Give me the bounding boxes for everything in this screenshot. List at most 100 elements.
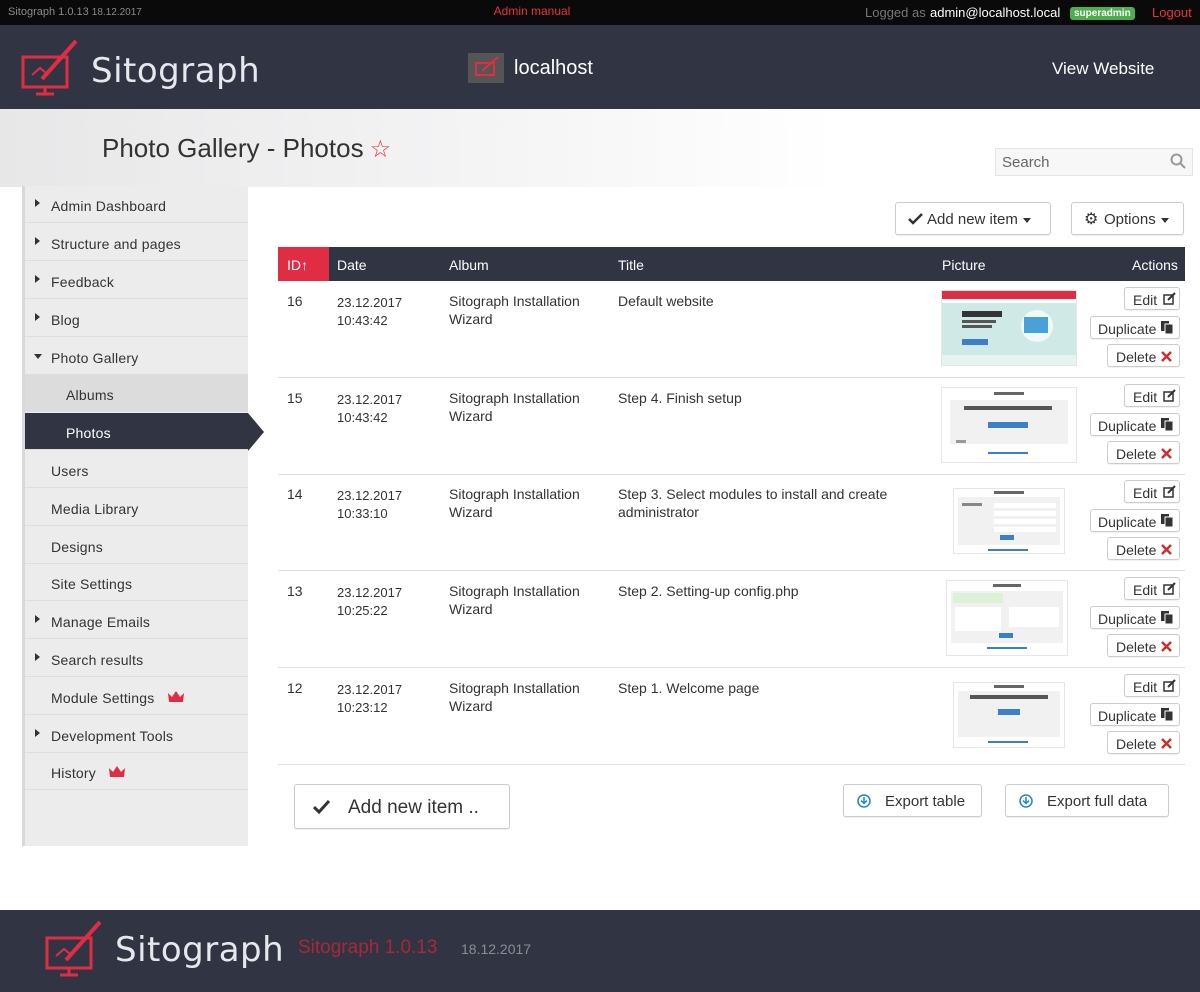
duplicate-button[interactable]: Duplicate	[1090, 606, 1180, 630]
footer-brand: Sitograph	[115, 930, 285, 970]
search-icon[interactable]	[1170, 153, 1186, 169]
duplicate-button[interactable]: Duplicate	[1090, 412, 1180, 436]
sidebar-item-site-settings[interactable]: Site Settings	[25, 564, 248, 601]
cell-album: Sitograph Installation Wizard	[449, 486, 580, 521]
sidebar: Admin Dashboard Structure and pages Feed…	[22, 186, 264, 846]
cell-title: Step 2. Setting-up config.php	[618, 583, 799, 600]
close-icon	[1161, 447, 1172, 459]
sidebar-item-blog[interactable]: Blog	[25, 300, 248, 337]
cell-title: Default website	[618, 293, 714, 309]
crown-icon	[109, 766, 125, 777]
copy-icon	[1161, 611, 1174, 625]
sort-id-header[interactable]: ID↑	[278, 247, 329, 281]
copy-icon	[1161, 321, 1174, 334]
footer-date: 18.12.2017	[461, 941, 532, 957]
add-new-item-button[interactable]: Add new item	[895, 202, 1051, 235]
edit-button[interactable]: Edit	[1124, 383, 1180, 407]
sidebar-item-history[interactable]: History	[25, 753, 248, 790]
brand-name[interactable]: Sitograph	[91, 51, 260, 91]
photo-thumbnail[interactable]	[941, 290, 1077, 366]
sidebar-item-designs[interactable]: Designs	[25, 527, 248, 564]
caret-right-icon	[35, 615, 40, 623]
picture-header: Picture	[942, 257, 986, 273]
sidebar-item-structure[interactable]: Structure and pages	[25, 224, 248, 261]
cell-date: 23.12.2017 10:43:42	[337, 295, 403, 328]
footer-version: Sitograph 1.0.13	[298, 937, 438, 958]
sidebar-item-photos[interactable]: Photos	[25, 413, 264, 451]
copy-icon	[1161, 417, 1174, 431]
sidebar-item-manage-emails[interactable]: Manage Emails	[25, 602, 248, 639]
cell-date: 23.12.2017 10:43:42	[337, 391, 403, 425]
sidebar-item-media-library[interactable]: Media Library	[25, 489, 248, 526]
caret-right-icon	[35, 313, 40, 321]
copy-icon	[1161, 514, 1174, 528]
edit-icon	[1163, 582, 1176, 595]
add-new-item-large-button[interactable]: Add new item ..	[294, 784, 510, 829]
delete-button[interactable]: Delete	[1107, 344, 1180, 367]
close-icon	[1161, 351, 1172, 362]
photo-thumbnail[interactable]	[941, 386, 1077, 463]
sidebar-item-feedback[interactable]: Feedback	[25, 262, 248, 299]
top-bar: Sitograph 1.0.13 18.12.2017 Admin manual…	[0, 0, 1200, 25]
duplicate-button[interactable]: Duplicate	[1090, 702, 1180, 726]
duplicate-button[interactable]: Duplicate	[1090, 316, 1180, 339]
duplicate-button[interactable]: Duplicate	[1090, 509, 1180, 533]
checkmark-icon	[313, 800, 330, 814]
active-arrow	[248, 413, 264, 451]
gear-icon: ⚙	[1084, 211, 1099, 228]
date-header[interactable]: Date	[337, 257, 367, 273]
edit-button[interactable]: Edit	[1124, 577, 1180, 601]
delete-button[interactable]: Delete	[1107, 440, 1180, 464]
edit-icon	[1163, 679, 1176, 692]
sidebar-item-search-results[interactable]: Search results	[25, 640, 248, 677]
actions-header: Actions	[1132, 257, 1178, 273]
export-table-button[interactable]: Export table	[843, 784, 982, 817]
table-row[interactable]: 16 23.12.2017 10:43:42 Sitograph Installati…	[278, 281, 1185, 378]
delete-button[interactable]: Delete	[1107, 730, 1180, 754]
photo-thumbnail[interactable]	[946, 580, 1068, 657]
table-row[interactable]: 15 23.12.2017 10:43:42 Sitograph Installati…	[278, 378, 1185, 475]
title-header[interactable]: Title	[618, 257, 644, 273]
logout-link[interactable]: Logout	[1152, 5, 1192, 20]
export-full-data-button[interactable]: Export full data	[1005, 784, 1169, 817]
site-name[interactable]: localhost	[514, 57, 593, 80]
photo-thumbnail[interactable]	[953, 488, 1065, 555]
role-badge: superadmin	[1070, 7, 1135, 20]
caret-right-icon	[35, 237, 40, 245]
cell-id: 14	[287, 486, 303, 503]
table-row[interactable]: 12 23.12.2017 10:23:12 Sitograph Installati…	[278, 668, 1185, 765]
edit-button[interactable]: Edit	[1124, 287, 1180, 310]
footer: Sitograph Sitograph 1.0.13 18.12.2017	[0, 910, 1200, 992]
search-input[interactable]	[996, 149, 1166, 175]
close-icon	[1161, 544, 1172, 556]
cell-id: 13	[287, 583, 303, 600]
delete-button[interactable]: Delete	[1107, 537, 1180, 561]
cell-album: Sitograph Installation Wizard	[449, 293, 580, 327]
photo-thumbnail[interactable]	[953, 681, 1065, 748]
view-website-link[interactable]: View Website	[1052, 59, 1154, 79]
sidebar-item-module-settings[interactable]: Module Settings	[25, 678, 248, 715]
sidebar-item-admin-dashboard[interactable]: Admin Dashboard	[25, 186, 248, 223]
checkmark-icon	[908, 213, 923, 225]
delete-button[interactable]: Delete	[1107, 634, 1180, 658]
edit-button[interactable]: Edit	[1124, 480, 1180, 504]
album-header[interactable]: Album	[449, 257, 489, 273]
page-title: Photo Gallery - Photos ☆	[102, 133, 392, 163]
edit-button[interactable]: Edit	[1124, 673, 1180, 697]
sitograph-logo-icon[interactable]	[20, 35, 82, 99]
crown-icon	[168, 691, 184, 702]
logged-as-label: Logged as	[865, 5, 926, 20]
sidebar-item-photo-gallery[interactable]: Photo Gallery	[25, 338, 248, 375]
caret-right-icon	[35, 199, 40, 207]
site-icon	[468, 53, 504, 83]
options-button[interactable]: ⚙ Options	[1071, 202, 1184, 235]
table-row[interactable]: 14 23.12.2017 10:33:10 Sitograph Installati…	[278, 474, 1185, 572]
favorite-star-icon[interactable]: ☆	[370, 136, 392, 163]
cell-id: 16	[287, 293, 303, 309]
sidebar-item-albums[interactable]: Albums	[25, 375, 248, 412]
sidebar-item-development-tools[interactable]: Development Tools	[25, 716, 248, 753]
sidebar-item-users[interactable]: Users	[25, 451, 248, 488]
table-row[interactable]: 13 23.12.2017 10:25:22 Sitograph Installati…	[278, 571, 1185, 669]
cell-id: 12	[287, 679, 303, 696]
caret-right-icon	[35, 729, 40, 737]
